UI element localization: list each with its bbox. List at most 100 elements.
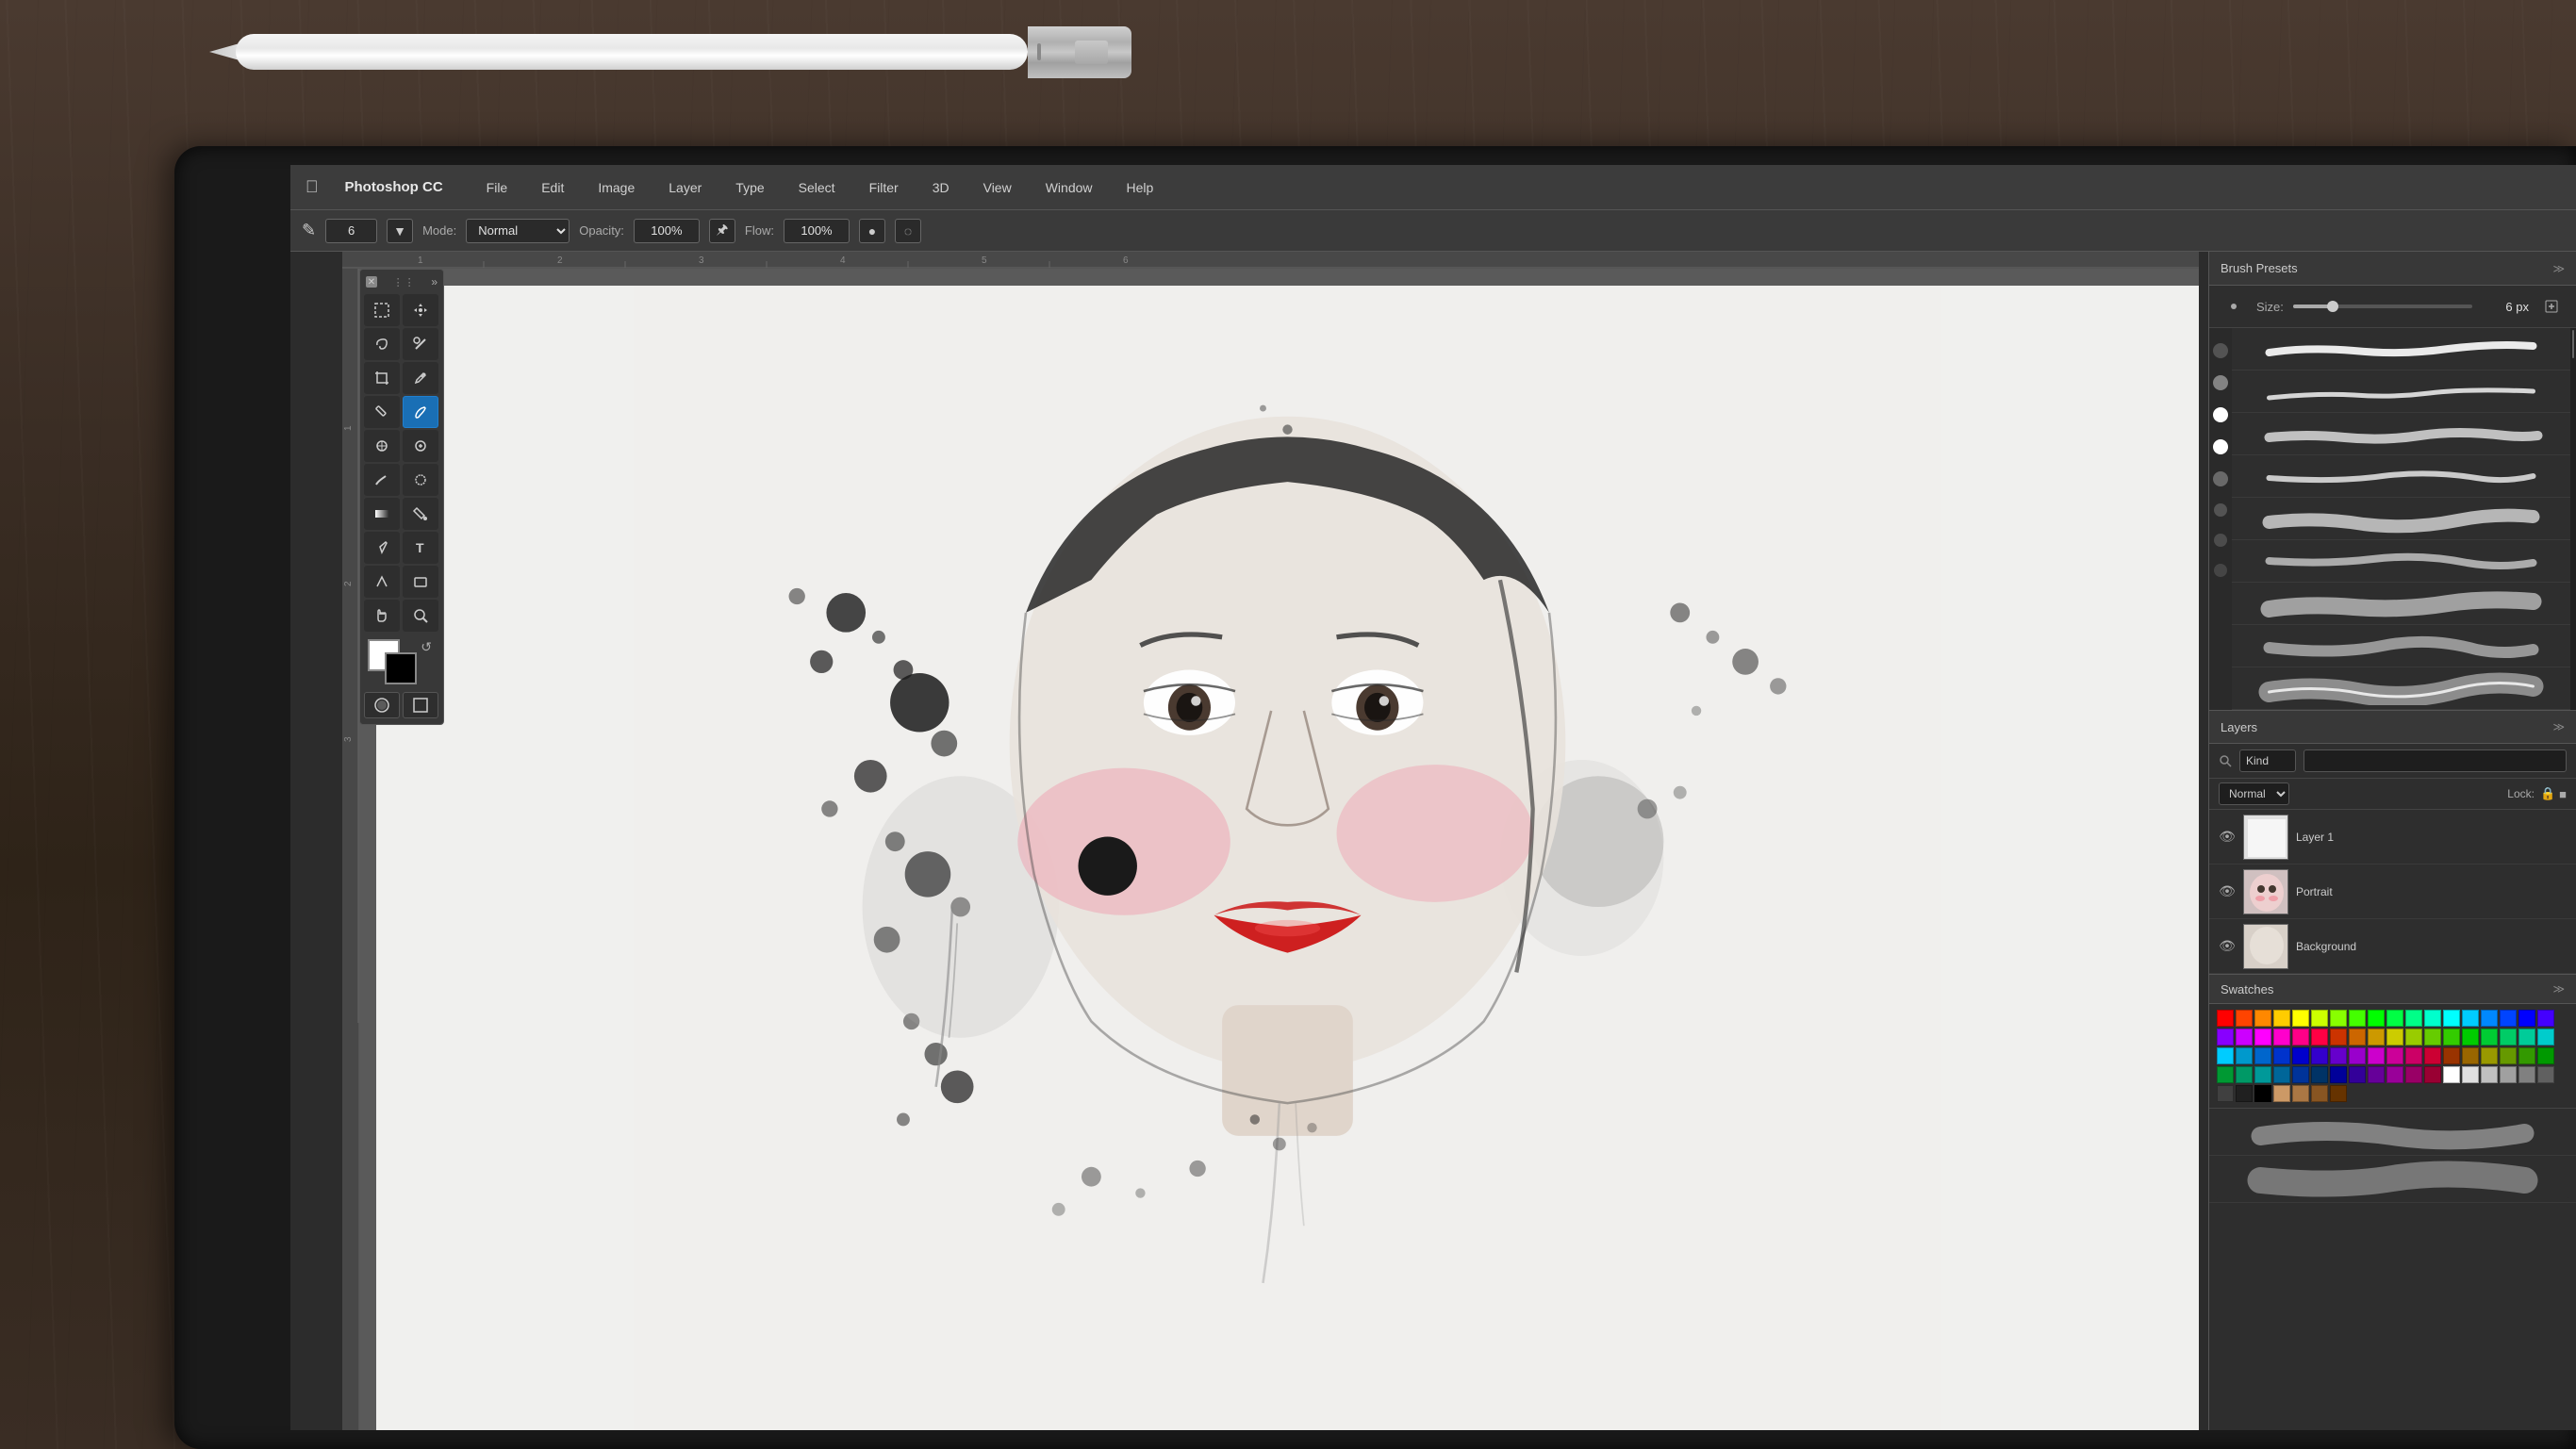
swatch[interactable] (2273, 1047, 2290, 1064)
swatch[interactable] (2405, 1029, 2422, 1046)
swatch[interactable] (2292, 1010, 2309, 1027)
swatch[interactable] (2330, 1047, 2347, 1064)
menu-window[interactable]: Window (1040, 176, 1098, 199)
swatch[interactable] (2311, 1029, 2328, 1046)
brush-picker-btn[interactable]: ▼ (387, 219, 413, 243)
marquee-tool[interactable] (364, 294, 400, 326)
swatch[interactable] (2254, 1029, 2271, 1046)
swatch[interactable] (2386, 1047, 2403, 1064)
layers-lock-icon[interactable]: 🔒 (2540, 786, 2555, 801)
brush-preset-5[interactable] (2232, 498, 2570, 540)
brush-preset-4[interactable] (2232, 455, 2570, 498)
swatch[interactable] (2254, 1066, 2271, 1083)
layers-blend-mode-select[interactable]: Normal Multiply Screen (2219, 782, 2289, 805)
menu-edit[interactable]: Edit (536, 176, 570, 199)
menu-filter[interactable]: Filter (864, 176, 904, 199)
swatch[interactable] (2518, 1047, 2535, 1064)
swatch[interactable] (2405, 1010, 2422, 1027)
menu-help[interactable]: Help (1121, 176, 1160, 199)
brush-preset-3[interactable] (2232, 413, 2570, 455)
swatch[interactable] (2292, 1085, 2309, 1102)
swatch[interactable] (2386, 1010, 2403, 1027)
layer-2-visibility-icon[interactable]: 👁 (2217, 881, 2237, 902)
swatch[interactable] (2518, 1066, 2535, 1083)
swatch[interactable] (2349, 1010, 2366, 1027)
swatch[interactable] (2330, 1066, 2347, 1083)
swatch[interactable] (2443, 1010, 2460, 1027)
swatch[interactable] (2236, 1029, 2253, 1046)
screen-mode-btn[interactable] (403, 692, 438, 718)
zoom-tool[interactable] (403, 600, 438, 632)
smooth-btn[interactable]: ◌ (895, 219, 921, 243)
swatch[interactable] (2311, 1066, 2328, 1083)
swatch[interactable] (2292, 1047, 2309, 1064)
swatch[interactable] (2292, 1066, 2309, 1083)
swatch[interactable] (2518, 1029, 2535, 1046)
swatch[interactable] (2273, 1029, 2290, 1046)
swatch[interactable] (2368, 1029, 2385, 1046)
layer-item-2[interactable]: 👁 Portrait (2209, 864, 2576, 919)
menu-image[interactable]: Image (592, 176, 640, 199)
swatch[interactable] (2500, 1029, 2517, 1046)
swatch[interactable] (2500, 1066, 2517, 1083)
swatch[interactable] (2311, 1047, 2328, 1064)
blur-tool[interactable] (403, 464, 438, 496)
layer-1-visibility-icon[interactable]: 👁 (2217, 827, 2237, 848)
swatch[interactable] (2481, 1066, 2498, 1083)
layers-kind-input[interactable] (2239, 749, 2296, 772)
brush-preset-2[interactable] (2232, 370, 2570, 413)
canvas-content[interactable] (376, 286, 2199, 1430)
swatch[interactable] (2462, 1010, 2479, 1027)
menu-view[interactable]: View (978, 176, 1017, 199)
swatch[interactable] (2462, 1029, 2479, 1046)
hand-tool[interactable] (364, 600, 400, 632)
menu-file[interactable]: File (481, 176, 514, 199)
paint-bucket-tool[interactable] (403, 498, 438, 530)
swatch[interactable] (2500, 1047, 2517, 1064)
brush-preset-9[interactable] (2232, 667, 2570, 710)
swatch[interactable] (2424, 1066, 2441, 1083)
swatch[interactable] (2443, 1066, 2460, 1083)
layer-item-3[interactable]: 👁 Background (2209, 919, 2576, 974)
swatch[interactable] (2349, 1066, 2366, 1083)
swatch[interactable] (2537, 1066, 2554, 1083)
gradient-tool[interactable] (364, 498, 400, 530)
brush-preset-8[interactable] (2232, 625, 2570, 667)
layers-visibility-lock-icon[interactable]: ■ (2559, 787, 2567, 801)
eyedropper-tool[interactable] (403, 362, 438, 394)
swatch[interactable] (2236, 1066, 2253, 1083)
swatch[interactable] (2217, 1029, 2234, 1046)
swatch[interactable] (2311, 1085, 2328, 1102)
swatch[interactable] (2236, 1047, 2253, 1064)
swatch[interactable] (2368, 1066, 2385, 1083)
swatch[interactable] (2273, 1066, 2290, 1083)
brush-preset-6[interactable] (2232, 540, 2570, 583)
menu-type[interactable]: Type (730, 176, 769, 199)
swatch[interactable] (2481, 1010, 2498, 1027)
swatch[interactable] (2386, 1066, 2403, 1083)
swatch[interactable] (2443, 1047, 2460, 1064)
pen-tool[interactable] (364, 532, 400, 564)
mode-select[interactable]: Normal Multiply Screen (466, 219, 570, 243)
opacity-input[interactable] (634, 219, 700, 243)
swatch[interactable] (2368, 1047, 2385, 1064)
path-selection-tool[interactable] (364, 566, 400, 598)
menu-layer[interactable]: Layer (663, 176, 707, 199)
swatch[interactable] (2537, 1010, 2554, 1027)
layer-3-visibility-icon[interactable]: 👁 (2217, 936, 2237, 957)
swatch[interactable] (2424, 1029, 2441, 1046)
swatch[interactable] (2254, 1010, 2271, 1027)
swatch[interactable] (2236, 1010, 2253, 1027)
menu-3d[interactable]: 3D (927, 176, 955, 199)
layers-search-input[interactable] (2304, 749, 2567, 772)
swatch[interactable] (2311, 1010, 2328, 1027)
swatch[interactable] (2236, 1085, 2253, 1102)
swatch[interactable] (2405, 1047, 2422, 1064)
shape-tool[interactable] (403, 566, 438, 598)
text-tool[interactable]: T (403, 532, 438, 564)
airbrush-icon[interactable]: 🖈 (709, 219, 735, 243)
brush-preset-1[interactable] (2232, 328, 2570, 370)
swatch[interactable] (2273, 1010, 2290, 1027)
layer-item-1[interactable]: 👁 Layer 1 (2209, 810, 2576, 864)
swatch[interactable] (2518, 1010, 2535, 1027)
